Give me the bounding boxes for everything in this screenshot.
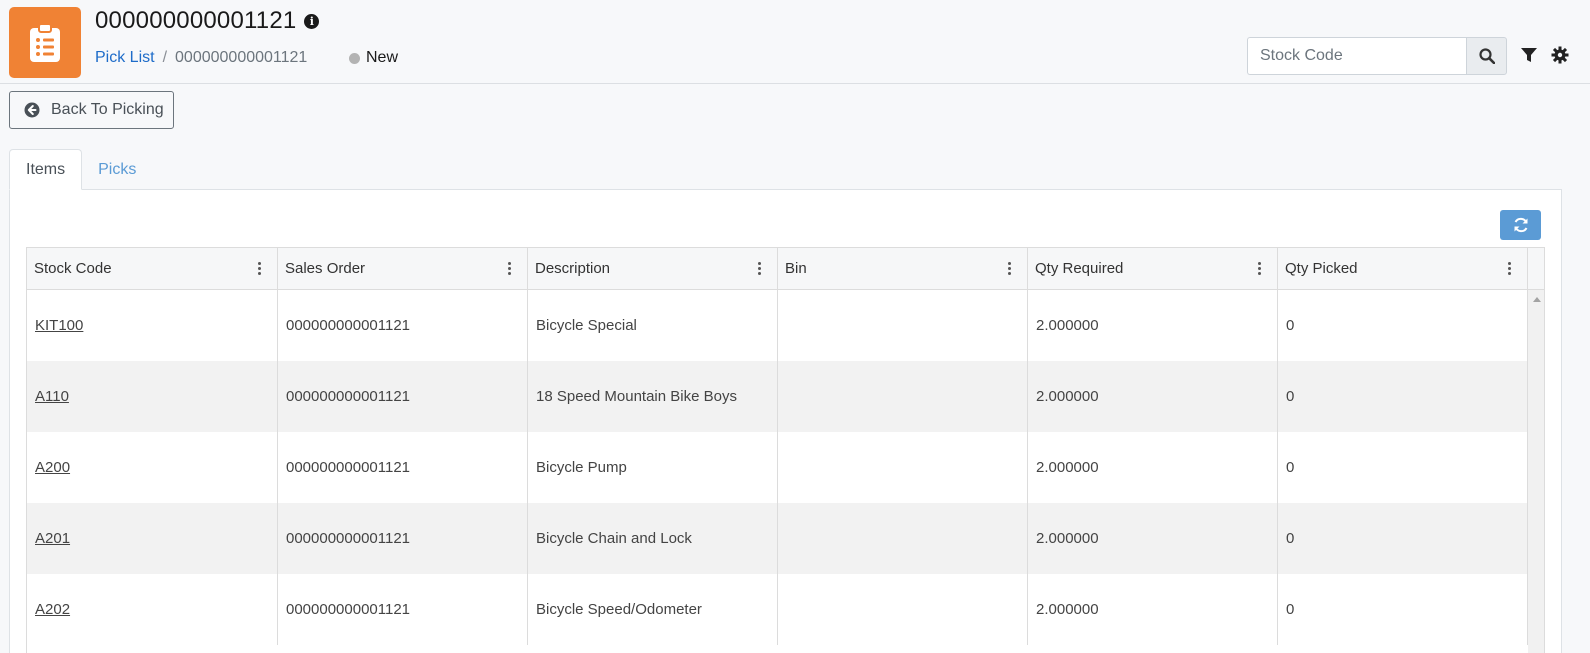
sales-order-cell: 000000000001121 (278, 432, 528, 503)
refresh-icon (1514, 217, 1527, 233)
qty-required-cell: 2.000000 (1028, 290, 1278, 361)
column-header-bin[interactable]: Bin (778, 248, 1028, 289)
column-header-label: Qty Picked (1285, 260, 1358, 277)
description-cell: 18 Speed Mountain Bike Boys (528, 361, 778, 432)
table-row[interactable]: A200 000000000001121 Bicycle Pump 2.0000… (27, 432, 1544, 503)
column-header-label: Bin (785, 260, 807, 277)
bin-cell (778, 574, 1028, 645)
stock-code-link[interactable]: A110 (27, 361, 278, 432)
column-header-stock-code[interactable]: Stock Code (27, 248, 278, 289)
items-grid: Stock Code Sales Order Description Bin Q… (26, 247, 1545, 653)
column-header-label: Description (535, 260, 611, 277)
column-menu-icon[interactable] (258, 262, 261, 275)
sales-order-cell: 000000000001121 (278, 574, 528, 645)
qty-required-cell: 2.000000 (1028, 574, 1278, 645)
status-badge: New (349, 49, 398, 67)
qty-required-cell: 2.000000 (1028, 432, 1278, 503)
tab-bar: Items Picks (9, 149, 152, 190)
stock-code-link[interactable]: A202 (27, 574, 278, 645)
search-button[interactable] (1466, 37, 1507, 75)
scroll-up-arrow-icon[interactable] (1533, 297, 1541, 302)
bin-cell (778, 503, 1028, 574)
table-row[interactable]: A202 000000000001121 Bicycle Speed/Odome… (27, 574, 1544, 645)
table-row[interactable]: KIT100 000000000001121 Bicycle Special 2… (27, 290, 1544, 361)
stock-code-link[interactable]: A200 (27, 432, 278, 503)
qty-picked-cell: 0 (1278, 503, 1528, 574)
column-header-qty-picked[interactable]: Qty Picked (1278, 248, 1528, 289)
column-header-label: Qty Required (1035, 260, 1124, 277)
qty-required-cell: 2.000000 (1028, 503, 1278, 574)
header-scroll-spacer (1528, 248, 1544, 289)
stock-code-search-input[interactable] (1247, 37, 1466, 75)
page-title-text: 000000000001121 (95, 7, 297, 34)
sales-order-cell: 000000000001121 (278, 361, 528, 432)
page-header: 000000000001121 i Pick List / 0000000000… (0, 0, 1590, 84)
qty-required-cell: 2.000000 (1028, 361, 1278, 432)
description-cell: Bicycle Speed/Odometer (528, 574, 778, 645)
qty-picked-cell: 0 (1278, 290, 1528, 361)
breadcrumb-pick-list-link[interactable]: Pick List (95, 49, 155, 67)
qty-picked-cell: 0 (1278, 574, 1528, 645)
stock-code-link[interactable]: KIT100 (27, 290, 278, 361)
page-title: 000000000001121 i (95, 7, 320, 35)
sales-order-cell: 000000000001121 (278, 503, 528, 574)
qty-picked-cell: 0 (1278, 432, 1528, 503)
description-cell: Bicycle Special (528, 290, 778, 361)
filter-icon[interactable] (1520, 46, 1538, 64)
column-menu-icon[interactable] (1508, 262, 1511, 275)
search-group (1247, 37, 1507, 75)
table-row[interactable]: A201 000000000001121 Bicycle Chain and L… (27, 503, 1544, 574)
breadcrumb-current: 000000000001121 (175, 49, 308, 66)
description-cell: Bicycle Pump (528, 432, 778, 503)
breadcrumb-separator: / (162, 49, 168, 66)
gear-icon[interactable] (1551, 46, 1569, 64)
breadcrumb: Pick List / 000000000001121 (95, 49, 307, 67)
grid-scrollbar[interactable] (1528, 290, 1544, 653)
tab-items[interactable]: Items (9, 149, 83, 190)
arrow-circle-left-icon (24, 102, 40, 118)
back-to-picking-button[interactable]: Back To Picking (9, 91, 174, 129)
column-header-description[interactable]: Description (528, 248, 778, 289)
back-to-picking-label: Back To Picking (51, 101, 164, 118)
sales-order-cell: 000000000001121 (278, 290, 528, 361)
clipboard-list-icon (9, 7, 81, 78)
bin-cell (778, 361, 1028, 432)
grid-header-row: Stock Code Sales Order Description Bin Q… (27, 248, 1544, 290)
column-header-sales-order[interactable]: Sales Order (278, 248, 528, 289)
column-header-qty-required[interactable]: Qty Required (1028, 248, 1278, 289)
column-header-label: Stock Code (34, 260, 112, 277)
column-menu-icon[interactable] (508, 262, 511, 275)
status-dot-icon (349, 52, 360, 64)
column-menu-icon[interactable] (758, 262, 761, 275)
status-label: New (366, 49, 399, 66)
tab-picks[interactable]: Picks (82, 149, 152, 190)
description-cell: Bicycle Chain and Lock (528, 503, 778, 574)
column-header-label: Sales Order (285, 260, 366, 277)
bin-cell (778, 290, 1028, 361)
info-icon[interactable]: i (304, 13, 320, 29)
search-icon (1478, 48, 1495, 64)
stock-code-link[interactable]: A201 (27, 503, 278, 574)
bin-cell (778, 432, 1028, 503)
column-menu-icon[interactable] (1258, 262, 1261, 275)
refresh-button[interactable] (1500, 210, 1541, 240)
column-menu-icon[interactable] (1008, 262, 1011, 275)
table-row[interactable]: A110 000000000001121 18 Speed Mountain B… (27, 361, 1544, 432)
grid-body: KIT100 000000000001121 Bicycle Special 2… (27, 290, 1544, 653)
qty-picked-cell: 0 (1278, 361, 1528, 432)
